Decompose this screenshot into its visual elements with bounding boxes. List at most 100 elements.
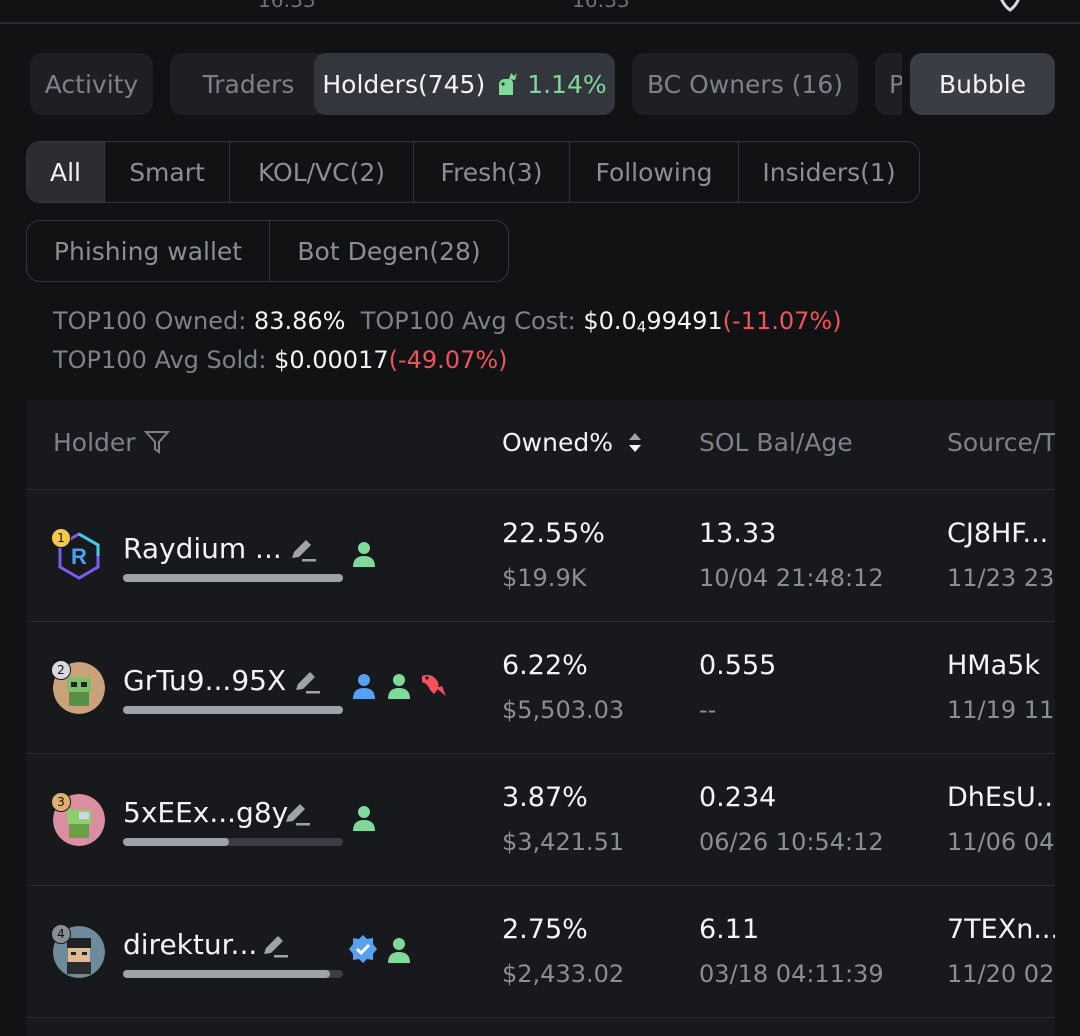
table-row[interactable]: 2 GrTu9...95X 6.22% $5,503.03 0.555 -- H…	[26, 622, 1055, 754]
top-bar: 16:33 16:33	[0, 0, 1080, 24]
holder-name[interactable]: GrTu9...95X	[123, 664, 286, 697]
tab-bc-owners[interactable]: BC Owners (16)	[632, 53, 858, 115]
source-address[interactable]: CJ8HF...	[947, 518, 1048, 549]
rank-badge: 4	[51, 924, 71, 944]
owned-usd: $3,421.51	[502, 828, 625, 856]
wallet-age: 06/26 10:54:12	[699, 828, 884, 856]
user-green-icon[interactable]	[386, 936, 412, 964]
col-sol-bal-age[interactable]: SOL Bal/Age	[699, 428, 853, 457]
owned-usd: $5,503.03	[502, 696, 625, 724]
user-green-icon[interactable]	[351, 804, 377, 832]
table-row[interactable]: 4 direktur... 2.75% $2,433.02 6.11 03/18…	[26, 886, 1055, 1018]
owned-bar	[123, 574, 343, 582]
filter-smart[interactable]: Smart	[105, 142, 230, 202]
source-address[interactable]: DhEsU...	[947, 782, 1055, 813]
table-header: Holder Owned% SOL Bal/Age Source/T	[26, 400, 1055, 490]
user-green-icon[interactable]	[351, 540, 377, 568]
tab-holders-label: Holders(745)	[322, 69, 486, 99]
tab-activity[interactable]: Activity	[30, 53, 153, 115]
source-address[interactable]: HMa5k	[947, 650, 1040, 681]
holder-name[interactable]: 5xEEx...g8y	[123, 796, 288, 829]
filter-fresh[interactable]: Fresh(3)	[414, 142, 570, 202]
col-owned[interactable]: Owned%	[502, 428, 643, 457]
filter-all[interactable]: All	[27, 142, 105, 202]
source-address[interactable]: 7TEXn...	[947, 914, 1055, 945]
holders-change-pct: 1.14%	[527, 69, 607, 99]
top100-avg-sold-change: (-49.07%)	[388, 346, 508, 374]
top100-stats-line-2: TOP100 Avg Sold: $0.00017(-49.07%)	[53, 346, 508, 374]
top100-avg-cost-label: TOP100 Avg Cost:	[360, 307, 576, 335]
owned-pct: 22.55%	[502, 518, 605, 549]
table-row[interactable]: 3 5xEEx...g8y 3.87% $3,421.51 0.234 06/2…	[26, 754, 1055, 886]
top100-stats-line-1: TOP100 Owned: 83.86% TOP100 Avg Cost: $0…	[53, 307, 842, 336]
sol-balance: 6.11	[699, 914, 760, 945]
filter-row-2: Phishing wallet Bot Degen(28)	[26, 220, 509, 282]
top100-owned-value: 83.86%	[253, 307, 346, 335]
tab-traders[interactable]: Traders	[170, 53, 327, 115]
owned-usd: $2,433.02	[502, 960, 625, 988]
edit-icon[interactable]	[260, 932, 290, 960]
wallet-age: 10/04 21:48:12	[699, 564, 884, 592]
edit-icon[interactable]	[288, 536, 318, 564]
holder-name[interactable]: Raydium ...	[123, 532, 282, 565]
owned-bar	[123, 838, 343, 846]
edit-icon[interactable]	[292, 668, 322, 696]
sol-balance: 13.33	[699, 518, 777, 549]
rank-badge: 1	[51, 528, 71, 548]
sol-balance: 0.234	[699, 782, 777, 813]
owned-usd: $19.9K	[502, 564, 587, 592]
top-peek-left: 16:33	[258, 0, 316, 12]
wallet-age: --	[699, 696, 717, 724]
tab-traders-label: Traders	[202, 69, 295, 99]
filter-phishing-wallet[interactable]: Phishing wallet	[27, 221, 270, 281]
bubble-button[interactable]: Bubble	[910, 53, 1055, 115]
sol-balance: 0.555	[699, 650, 777, 681]
sort-icon[interactable]	[627, 430, 643, 456]
holder-name[interactable]: direktur...	[123, 928, 257, 961]
filter-icon[interactable]	[143, 429, 170, 455]
owned-pct: 2.75%	[502, 914, 588, 945]
rank-badge: 3	[51, 792, 71, 812]
main-tabs: Activity Traders Holders(745) 1.14% BC O…	[30, 53, 902, 115]
tab-bc-owners-label: BC Owners (16)	[646, 69, 844, 99]
top100-avg-cost-change: (-11.07%)	[722, 307, 842, 335]
holders-table: Holder Owned% SOL Bal/Age Source/T R 1 R…	[26, 400, 1055, 1036]
edit-icon[interactable]	[282, 800, 312, 828]
owned-bar	[123, 706, 343, 714]
owned-bar-fill	[123, 706, 343, 714]
filter-following[interactable]: Following	[570, 142, 739, 202]
owned-bar	[123, 970, 343, 978]
filter-row-1: All Smart KOL/VC(2) Fresh(3) Following I…	[26, 141, 920, 203]
top100-avg-cost-value: $0.0499491	[583, 307, 723, 336]
filter-bot-degen[interactable]: Bot Degen(28)	[270, 221, 508, 281]
owned-pct: 6.22%	[502, 650, 588, 681]
tab-holders[interactable]: Holders(745) 1.14%	[314, 53, 615, 115]
rank-badge: 2	[51, 660, 71, 680]
top100-avg-sold-value: $0.00017	[274, 346, 389, 374]
table-row[interactable]: R 1 Raydium ... 22.55% $19.9K 13.33 10/0…	[26, 490, 1055, 622]
source-time: 11/19 11:56	[947, 696, 1055, 724]
owned-bar-fill	[123, 970, 330, 978]
wallet-age: 03/18 04:11:39	[699, 960, 884, 988]
owned-bar-fill	[123, 574, 343, 582]
top100-avg-sold-label: TOP100 Avg Sold:	[53, 346, 267, 374]
user-blue-icon[interactable]	[351, 672, 377, 700]
owned-bar-fill	[123, 838, 229, 846]
top100-owned-label: TOP100 Owned:	[53, 307, 247, 335]
shield-icon[interactable]	[996, 0, 1024, 12]
whale-icon	[499, 73, 518, 95]
user-green-icon[interactable]	[386, 672, 412, 700]
fish-icon[interactable]	[418, 670, 450, 698]
filter-kol-vc[interactable]: KOL/VC(2)	[230, 142, 414, 202]
filter-insiders[interactable]: Insiders(1)	[739, 142, 919, 202]
tab-activity-label: Activity	[44, 69, 139, 99]
col-source[interactable]: Source/T	[947, 428, 1055, 457]
svg-text:R: R	[71, 544, 87, 569]
tab-p-truncated[interactable]: P	[875, 53, 902, 115]
col-holder[interactable]: Holder	[53, 428, 170, 457]
source-time: 11/23 23:34	[947, 564, 1055, 592]
owned-pct: 3.87%	[502, 782, 588, 813]
verified-badge-icon[interactable]	[348, 934, 378, 964]
tab-p-label: P	[889, 69, 902, 99]
source-time: 11/20 02:5	[947, 960, 1055, 988]
